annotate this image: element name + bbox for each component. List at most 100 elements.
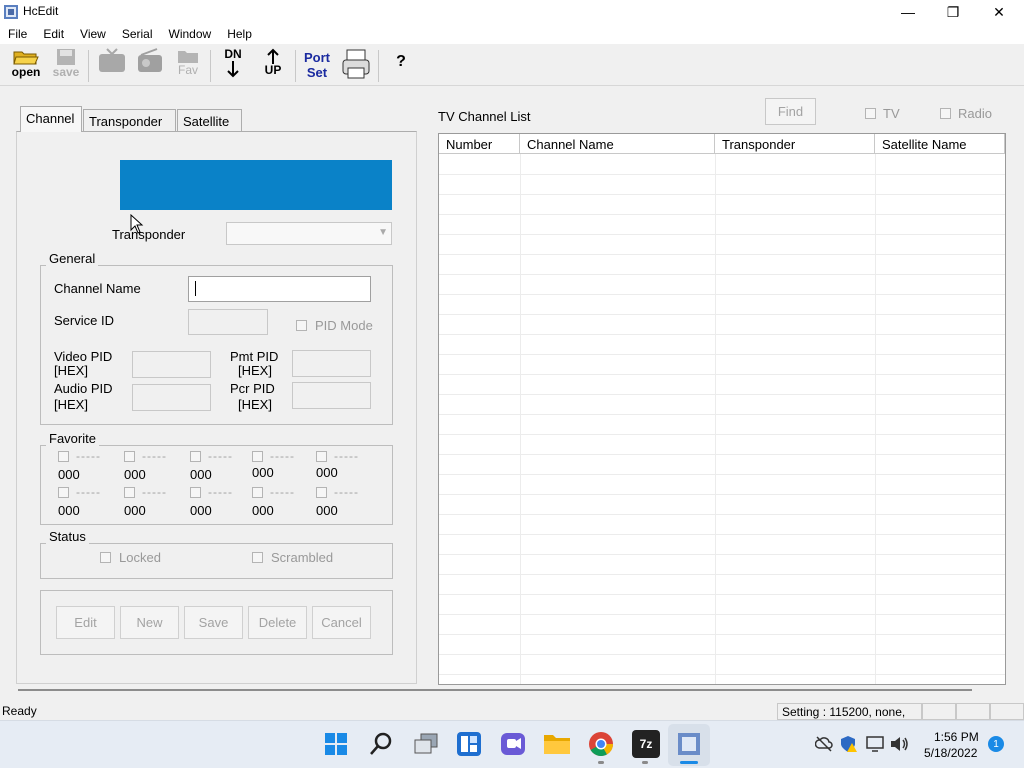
find-button[interactable]: Find <box>765 98 816 125</box>
channel-color-banner <box>120 160 392 210</box>
favorite-value-10: 000 <box>316 503 338 518</box>
task-view-icon[interactable] <box>413 732 439 756</box>
display-monitor-icon[interactable] <box>866 736 884 752</box>
favorite-checkbox-4[interactable] <box>252 451 263 462</box>
pcr-pid-hex-label: [HEX] <box>238 397 272 412</box>
file-explorer-icon[interactable] <box>543 731 571 757</box>
menu-window[interactable]: Window <box>161 27 220 41</box>
delete-button[interactable]: Delete <box>248 606 307 639</box>
menu-help[interactable]: Help <box>219 27 260 41</box>
menu-file[interactable]: File <box>0 27 35 41</box>
list-row-line <box>439 454 1005 455</box>
favorite-value-3: 000 <box>190 467 212 482</box>
start-windows-icon[interactable] <box>324 732 348 756</box>
volume-icon[interactable] <box>890 736 910 752</box>
channel-list-view[interactable]: Number Channel Name Transponder Satellit… <box>438 133 1006 685</box>
up-button[interactable]: UP <box>253 48 293 84</box>
status-cell-empty <box>922 703 956 720</box>
column-header-number[interactable]: Number <box>439 134 520 154</box>
new-button[interactable]: New <box>120 606 179 639</box>
list-row-line <box>439 314 1005 315</box>
radio-button[interactable] <box>130 48 170 84</box>
scrambled-checkbox[interactable] <box>252 552 263 563</box>
favorite-checkbox-7[interactable] <box>124 487 135 498</box>
channel-name-input[interactable] <box>188 276 371 302</box>
favorite-checkbox-3[interactable] <box>190 451 201 462</box>
port-set-button[interactable]: Port Set <box>297 48 337 84</box>
status-group-title: Status <box>46 529 89 544</box>
search-icon[interactable] <box>369 732 393 756</box>
tv-filter-checkbox[interactable] <box>865 108 876 119</box>
notification-badge[interactable]: 1 <box>988 736 1004 752</box>
security-warning-icon[interactable] <box>840 735 858 753</box>
favorite-value-7: 000 <box>124 503 146 518</box>
locked-checkbox[interactable] <box>100 552 111 563</box>
tab-satellite[interactable]: Satellite <box>177 109 242 131</box>
favorite-name-7: ----- <box>142 485 167 499</box>
cancel-button[interactable]: Cancel <box>312 606 371 639</box>
video-pid-input[interactable] <box>132 351 211 378</box>
video-pid-hex-label: [HEX] <box>54 363 88 378</box>
tab-transponder[interactable]: Transponder <box>83 109 176 131</box>
locked-label: Locked <box>119 550 161 565</box>
down-button[interactable]: DN <box>213 48 253 84</box>
restore-button[interactable]: ❐ <box>930 0 976 24</box>
favorite-checkbox-6[interactable] <box>58 487 69 498</box>
column-header-transponder[interactable]: Transponder <box>715 134 875 154</box>
audio-pid-input[interactable] <box>132 384 211 411</box>
menu-view[interactable]: View <box>72 27 114 41</box>
network-cloud-icon[interactable] <box>815 736 833 752</box>
column-header-channel-name[interactable]: Channel Name <box>520 134 715 154</box>
menu-edit[interactable]: Edit <box>35 27 72 41</box>
transponder-select[interactable]: ▼ <box>226 222 392 245</box>
status-group <box>40 543 393 579</box>
favorite-checkbox-2[interactable] <box>124 451 135 462</box>
chrome-icon[interactable] <box>588 731 614 757</box>
favorite-name-4: ----- <box>270 449 295 463</box>
favorite-checkbox-1[interactable] <box>58 451 69 462</box>
favorite-value-9: 000 <box>252 503 274 518</box>
favorite-value-8: 000 <box>190 503 212 518</box>
service-id-input[interactable] <box>188 309 268 335</box>
chevron-down-icon: ▼ <box>378 227 388 238</box>
widgets-icon[interactable] <box>456 731 482 757</box>
print-button[interactable] <box>336 48 376 84</box>
clock-time[interactable]: 1:56 PM <box>934 730 979 744</box>
pcr-pid-input[interactable] <box>292 382 371 409</box>
menu-serial[interactable]: Serial <box>114 27 161 41</box>
column-header-satellite-name[interactable]: Satellite Name <box>875 134 1005 154</box>
close-button[interactable]: ✕ <box>976 0 1022 24</box>
tv-button[interactable] <box>92 48 132 84</box>
help-button[interactable]: ? <box>381 48 421 84</box>
hcedit-app-icon[interactable] <box>676 731 702 757</box>
menu-bar: File Edit View Serial Window Help <box>0 24 1024 44</box>
list-row-line <box>439 514 1005 515</box>
edit-button[interactable]: Edit <box>56 606 115 639</box>
pmt-pid-input[interactable] <box>292 350 371 377</box>
pid-mode-checkbox[interactable] <box>296 320 307 331</box>
clock-date[interactable]: 5/18/2022 <box>924 746 977 760</box>
list-row-line <box>439 234 1005 235</box>
radio-filter-label: Radio <box>958 106 992 121</box>
list-column-line <box>715 154 716 684</box>
favorite-checkbox-9[interactable] <box>252 487 263 498</box>
minimize-button[interactable]: — <box>885 0 931 24</box>
list-row-line <box>439 474 1005 475</box>
open-button[interactable]: open <box>6 48 46 84</box>
list-row-line <box>439 354 1005 355</box>
favorite-checkbox-8[interactable] <box>190 487 201 498</box>
list-row-line <box>439 574 1005 575</box>
list-row-line <box>439 674 1005 675</box>
7zip-icon[interactable]: 7z <box>632 730 660 758</box>
favorite-checkbox-10[interactable] <box>316 487 327 498</box>
save-record-button[interactable]: Save <box>184 606 243 639</box>
radio-filter-checkbox[interactable] <box>940 108 951 119</box>
save-button[interactable]: save <box>46 48 86 84</box>
port-label: Port <box>304 50 330 65</box>
service-id-label: Service ID <box>54 313 114 328</box>
horizontal-scrollbar[interactable] <box>18 689 972 691</box>
favorite-checkbox-5[interactable] <box>316 451 327 462</box>
tab-channel[interactable]: Channel <box>20 106 82 132</box>
chat-icon[interactable] <box>500 731 526 757</box>
fav-button[interactable]: Fav <box>168 48 208 84</box>
